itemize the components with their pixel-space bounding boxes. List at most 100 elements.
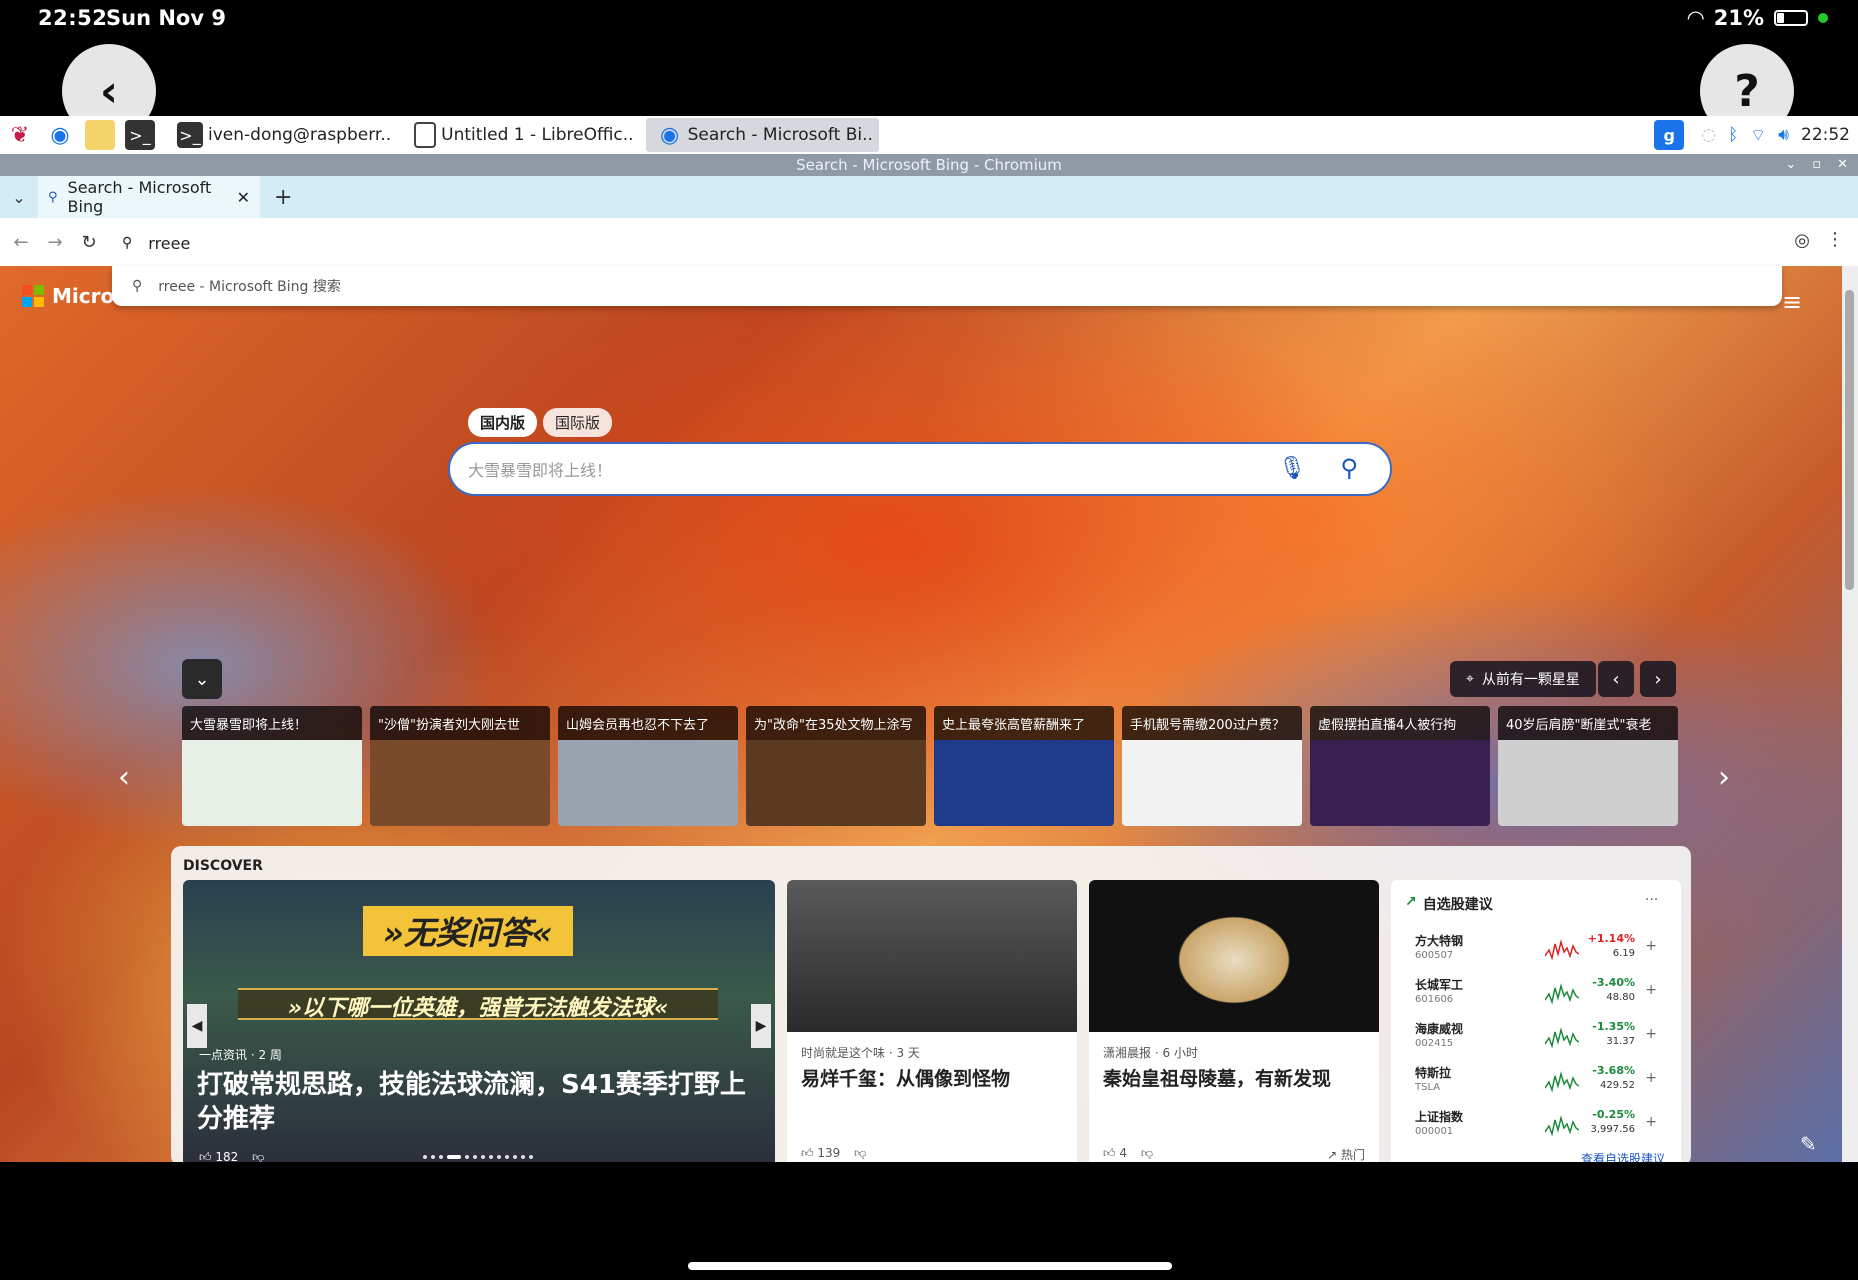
profile-icon[interactable]: ◎ xyxy=(1794,230,1810,251)
hero-banner-subtitle: »以下哪一位英雄，强普无法触发法球« xyxy=(238,988,718,1021)
bluetooth-icon[interactable]: ᛒ xyxy=(1728,125,1738,145)
reload-icon[interactable]: ↻ xyxy=(72,232,106,253)
thumbs-up-icon[interactable]: 👍︎ xyxy=(1103,1146,1116,1160)
scrollbar-thumb[interactable] xyxy=(1845,290,1854,590)
stock-change: -0.25% xyxy=(1592,1108,1635,1121)
tab-domestic[interactable]: 国内版 xyxy=(468,408,538,437)
stock-trend-icon: ↗ xyxy=(1405,894,1417,910)
search-icon[interactable]: ⚲ xyxy=(1340,454,1358,482)
news-card-title: 山姆会员再也忍不下去了 xyxy=(558,706,738,740)
menu-dots-icon[interactable]: ⋮ xyxy=(1826,229,1844,250)
add-stock-icon[interactable]: + xyxy=(1645,938,1657,954)
add-stock-icon[interactable]: + xyxy=(1645,1070,1657,1086)
volume-icon[interactable]: 🔊︎ xyxy=(1778,125,1789,145)
view-stock-suggestions-link[interactable]: 查看自选股建议 xyxy=(1581,1150,1665,1162)
collapse-chevron-icon[interactable]: ⌄ xyxy=(182,659,222,699)
prev-image-icon[interactable]: ‹ xyxy=(1598,661,1634,697)
hero-article[interactable]: »无奖问答« »以下哪一位英雄，强普无法触发法球« ◀ ▶ 一点资讯 · 2 周… xyxy=(183,880,775,1162)
stock-row[interactable]: 上证指数 000001 -0.25% 3,997.56 + xyxy=(1415,1108,1665,1152)
stock-row[interactable]: 特斯拉 TSLA -3.68% 429.52 + xyxy=(1415,1064,1665,1108)
suggestion-item[interactable]: rreee - Microsoft Bing 搜索 xyxy=(158,276,341,296)
wifi-tray-icon[interactable]: ⌔ xyxy=(1750,125,1766,146)
card-title[interactable]: 秦始皇祖母陵墓，有新发现 xyxy=(1103,1064,1365,1091)
file-manager-icon[interactable] xyxy=(85,120,115,150)
task-label: Untitled 1 - LibreOffic.. xyxy=(441,125,634,145)
hero-banner-title: »无奖问答« xyxy=(363,906,573,956)
new-tab-icon[interactable]: + xyxy=(274,185,292,210)
stock-price: 3,997.56 xyxy=(1590,1124,1635,1135)
grammarly-icon[interactable]: g xyxy=(1654,120,1685,150)
chromium-icon: ◉ xyxy=(659,122,680,148)
stock-row[interactable]: 长城军工 601606 -3.40% 48.80 + xyxy=(1415,976,1665,1020)
add-stock-icon[interactable]: + xyxy=(1645,1026,1657,1042)
add-stock-icon[interactable]: + xyxy=(1645,982,1657,998)
tab-bing[interactable]: ⚲ Search - Microsoft Bing ✕ xyxy=(38,176,260,218)
location-pin-icon: ⌖ xyxy=(1466,671,1474,687)
hamburger-menu-icon[interactable]: ≡ xyxy=(1782,288,1802,316)
help-icon: ? xyxy=(1734,65,1760,117)
bing-search-input[interactable]: 大雪暴雪即将上线！ xyxy=(468,457,612,481)
news-card-1[interactable]: 时尚就是这个味 · 3 天 易烊千玺：从偶像到怪物 👍︎ 139 👎︎ xyxy=(787,880,1077,1162)
stock-name: 海康威视 xyxy=(1415,1022,1464,1036)
task-chromium[interactable]: ◉ Search - Microsoft Bi.. xyxy=(645,118,879,152)
task-libreoffice[interactable]: Untitled 1 - LibreOffic.. xyxy=(403,118,639,152)
carousel-next-icon[interactable]: › xyxy=(1718,760,1730,795)
thumbs-down-icon[interactable]: 👎︎ xyxy=(854,1146,866,1160)
window-title: Search - Microsoft Bing - Chromium xyxy=(796,156,1062,174)
next-image-icon[interactable]: › xyxy=(1640,661,1676,697)
maximize-icon[interactable]: ▫ xyxy=(1812,154,1821,176)
card-title[interactable]: 易烊千玺：从偶像到怪物 xyxy=(801,1064,1063,1091)
omnibox-input[interactable]: rreee xyxy=(148,234,190,253)
news-card[interactable]: 大雪暴雪即将上线！ xyxy=(182,706,362,826)
close-window-icon[interactable]: ✕ xyxy=(1837,154,1848,176)
more-options-icon[interactable]: ··· xyxy=(1645,892,1658,908)
thumbs-down-icon[interactable]: 👎︎ xyxy=(1141,1146,1153,1160)
news-card[interactable]: 为"改命"在35处文物上涂写 xyxy=(746,706,926,826)
forward-arrow-icon[interactable]: → xyxy=(38,232,72,253)
stock-name: 特斯拉 xyxy=(1415,1066,1452,1080)
omnibox[interactable]: ⚲ rreee xyxy=(122,226,1782,260)
news-card[interactable]: 虚假摆拍直播4人被行拘 xyxy=(1310,706,1490,826)
feedback-icon[interactable]: ✎ xyxy=(1800,1132,1817,1156)
hero-title[interactable]: 打破常规思路，技能法球流澜，S41赛季打野上分推荐 xyxy=(197,1068,757,1136)
back-arrow-icon[interactable]: ← xyxy=(4,232,38,253)
raspberry-menu-icon[interactable]: ❦ xyxy=(5,120,35,150)
news-card[interactable]: 山姆会员再也忍不下去了 xyxy=(558,706,738,826)
news-card-image xyxy=(182,740,362,826)
news-card[interactable]: 40岁后肩膀"断崖式"衰老 xyxy=(1498,706,1678,826)
stock-row[interactable]: 海康威视 002415 -1.35% 31.37 + xyxy=(1415,1020,1665,1064)
carousel-prev-icon[interactable]: ‹ xyxy=(118,760,130,795)
news-card[interactable]: 手机靓号需缴200过户费？ xyxy=(1122,706,1302,826)
hero-prev-icon[interactable]: ◀ xyxy=(187,1004,207,1048)
chromium-launcher-icon[interactable]: ◉ xyxy=(45,120,75,150)
tab-close-icon[interactable]: ✕ xyxy=(237,188,250,207)
stock-sparkline xyxy=(1545,1071,1579,1093)
minimize-icon[interactable]: ⌄ xyxy=(1785,154,1796,176)
news-card-title: 史上最夸张高管薪酬来了 xyxy=(934,706,1114,740)
stock-row[interactable]: 方大特钢 600507 +1.14% 6.19 + xyxy=(1415,932,1665,976)
sync-icon[interactable]: ◌ xyxy=(1701,125,1716,145)
task-terminal[interactable]: >_ iven-dong@raspberr.. xyxy=(166,118,397,152)
stock-change: -1.35% xyxy=(1592,1020,1635,1033)
bing-search-box[interactable]: 大雪暴雪即将上线！ 🎙︎ ⚲ xyxy=(448,442,1392,496)
stock-sparkline xyxy=(1545,983,1579,1005)
news-card[interactable]: "沙僧"扮演者刘大刚去世 xyxy=(370,706,550,826)
thumbs-up-icon[interactable]: 👍︎ xyxy=(801,1146,814,1160)
stock-change: +1.14% xyxy=(1587,932,1635,945)
image-location-button[interactable]: ⌖ 从前有一颗星星 xyxy=(1450,661,1596,697)
microphone-icon[interactable]: 🎙︎ xyxy=(1278,456,1306,481)
thumbs-up-icon[interactable]: 👍︎ xyxy=(199,1150,212,1162)
tab-search-chevron-icon[interactable]: ⌄ xyxy=(0,188,38,207)
news-card-image xyxy=(370,740,550,826)
microsoft-logo[interactable]: Micros xyxy=(22,284,126,308)
browser-toolbar: ← → ↻ ⚲ rreee ◎ ⋮ xyxy=(0,218,1858,266)
add-stock-icon[interactable]: + xyxy=(1645,1114,1657,1130)
terminal-launcher-icon[interactable]: >_ xyxy=(125,120,155,150)
news-card[interactable]: 史上最夸张高管薪酬来了 xyxy=(934,706,1114,826)
battery-icon xyxy=(1774,10,1808,26)
thumbs-down-icon[interactable]: 👎︎ xyxy=(252,1150,264,1162)
hero-next-icon[interactable]: ▶ xyxy=(751,1004,771,1048)
home-indicator[interactable] xyxy=(688,1262,1172,1270)
news-card-2[interactable]: 潇湘晨报 · 6 小时 秦始皇祖母陵墓，有新发现 👍︎ 4 👎︎ ↗ 热门 xyxy=(1089,880,1379,1162)
tab-international[interactable]: 国际版 xyxy=(543,408,613,437)
